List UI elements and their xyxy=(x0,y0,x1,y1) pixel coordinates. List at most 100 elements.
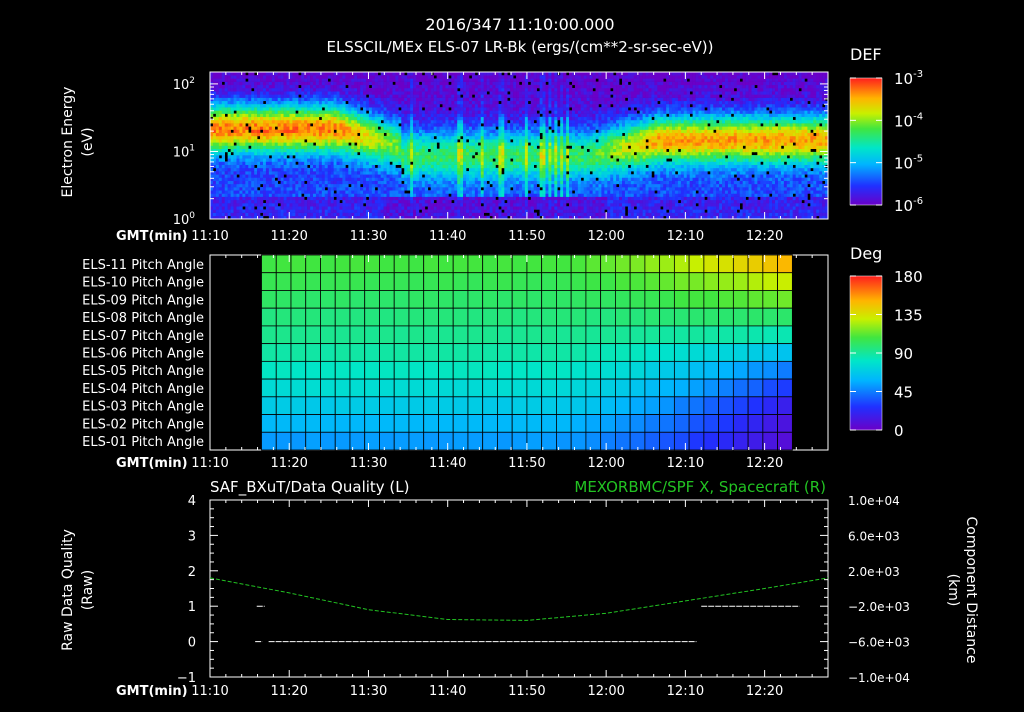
spectrogram-cell xyxy=(257,78,261,82)
spectrogram-cell xyxy=(292,100,296,105)
spectrogram-cell xyxy=(245,110,249,114)
spectrogram-cell xyxy=(295,158,299,162)
spectrogram-cell xyxy=(277,103,281,108)
spectrogram-cell xyxy=(351,203,355,207)
spectrogram-cell xyxy=(315,158,320,162)
spectrogram-cell xyxy=(466,87,470,92)
spectrogram-cell xyxy=(274,209,278,213)
spectrogram-cell xyxy=(242,203,246,207)
spectrogram-cell xyxy=(248,199,252,204)
spectrogram-cell xyxy=(451,123,455,127)
spectrogram-cell xyxy=(268,180,273,185)
spectrogram-cell xyxy=(398,97,402,102)
spectrogram-cell xyxy=(407,174,411,178)
spectrogram-cell xyxy=(395,97,399,102)
spectrogram-cell xyxy=(477,126,482,130)
spectrogram-cell xyxy=(454,135,458,140)
spectrogram-cell xyxy=(260,148,264,153)
spectrogram-cell xyxy=(260,187,264,191)
spectrogram-cell xyxy=(242,103,246,108)
spectrogram-cell xyxy=(260,151,264,156)
spectrogram-cell xyxy=(433,110,437,114)
spectrogram-cell xyxy=(418,187,423,191)
spectrogram-cell xyxy=(236,75,240,79)
spectrogram-cell xyxy=(289,167,293,172)
spectrogram-cell xyxy=(265,151,270,156)
spectrogram-cell xyxy=(410,206,414,210)
spectrogram-cell xyxy=(483,155,487,159)
spectrogram-cell xyxy=(342,126,346,130)
spectrogram-cell xyxy=(504,161,508,165)
spectrogram-cell xyxy=(342,78,346,82)
spectrogram-cell xyxy=(457,116,461,121)
spectrogram-cell xyxy=(433,84,437,89)
spectrogram-cell xyxy=(354,110,358,114)
spectrogram-cell xyxy=(357,206,361,210)
spectrogram-cell xyxy=(318,142,323,146)
spectrogram-cell xyxy=(215,126,220,130)
spectrogram-cell xyxy=(486,196,490,201)
spectrogram-cell xyxy=(404,209,408,213)
spectrogram-cell xyxy=(265,142,270,146)
spectrogram-cell xyxy=(239,94,243,98)
spectrogram-cell xyxy=(486,183,490,188)
spectrogram-cell xyxy=(289,97,293,102)
spectrogram-cell xyxy=(233,84,237,89)
spectrogram-cell xyxy=(292,84,296,89)
spectrogram-cell xyxy=(436,78,440,82)
spectrogram-cell xyxy=(492,84,496,89)
spectrogram-cell xyxy=(371,180,376,185)
spectrogram-cell xyxy=(224,123,228,127)
spectrogram-cell xyxy=(460,91,464,95)
spectrogram-cell xyxy=(354,97,358,102)
spectrogram-cell xyxy=(451,75,455,79)
spectrogram-cell xyxy=(360,113,364,118)
spectrogram-cell xyxy=(242,209,246,213)
spectrogram-cell xyxy=(295,81,299,86)
spectrogram-cell xyxy=(471,177,476,181)
spectrogram-cell xyxy=(351,126,355,130)
spectrogram-cell xyxy=(351,209,355,213)
spectrogram-cell xyxy=(345,123,349,127)
spectrogram-cell xyxy=(212,123,217,127)
spectrogram-cell xyxy=(324,209,329,213)
spectrogram-cell xyxy=(395,113,399,118)
spectrogram-cell xyxy=(351,171,355,175)
spectrogram-cell xyxy=(348,75,352,79)
spectrogram-cell xyxy=(336,206,340,210)
spectrogram-cell xyxy=(339,132,343,137)
spectrogram-cell xyxy=(383,187,387,191)
spectrogram-cell xyxy=(413,158,417,162)
spectrogram-cell xyxy=(533,110,537,114)
spectrogram-cell xyxy=(239,91,243,95)
spectrogram-cell xyxy=(407,129,411,134)
spectrogram-cell xyxy=(430,132,434,137)
spectrogram-cell xyxy=(257,129,261,134)
spectrogram-cell xyxy=(416,158,420,162)
spectrogram-cell xyxy=(530,158,535,162)
spectrogram-cell xyxy=(357,209,361,213)
spectrogram-cell xyxy=(360,91,364,95)
spectrogram-cell xyxy=(215,164,220,169)
spectrogram-cell xyxy=(295,123,299,127)
spectrogram-cell xyxy=(257,142,261,146)
spectrogram-cell xyxy=(519,193,523,197)
spectrogram-cell xyxy=(289,183,293,188)
spectrogram-cell xyxy=(221,129,226,134)
spectrogram-cell xyxy=(374,148,379,153)
spectrogram-cell xyxy=(451,142,455,146)
spectrogram-cell xyxy=(360,94,364,98)
spectrogram-cell xyxy=(242,171,246,175)
spectrogram-cell xyxy=(224,110,228,114)
spectrogram-cell xyxy=(254,132,258,137)
spectrogram-cell xyxy=(418,151,423,156)
spectrogram-cell xyxy=(315,123,320,127)
spectrogram-cell xyxy=(524,206,529,210)
spectrogram-cell xyxy=(268,174,273,178)
spectrogram-cell xyxy=(357,84,361,89)
spectrogram-cell xyxy=(307,180,311,185)
spectrogram-cell xyxy=(463,78,467,82)
spectrogram-cell xyxy=(483,110,487,114)
spectrogram-cell xyxy=(260,113,264,118)
spectrogram-cell xyxy=(398,171,402,175)
